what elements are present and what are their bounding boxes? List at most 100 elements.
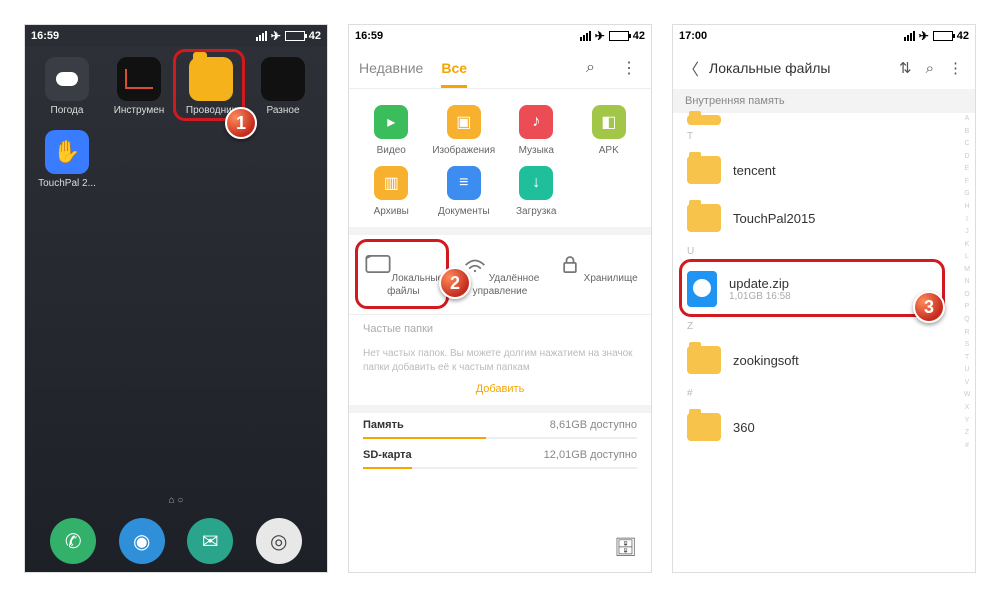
music-icon: ♪ — [519, 105, 553, 139]
back-button[interactable]: 〈 — [683, 56, 699, 80]
cat-download[interactable]: ↓Загрузка — [500, 166, 573, 217]
app-weather[interactable]: Погода — [31, 53, 103, 120]
page-title: Локальные файлы — [709, 60, 887, 76]
app-tools[interactable]: Инструмен — [103, 53, 175, 120]
cat-label: Видео — [377, 145, 406, 156]
video-icon: ▸ — [374, 105, 408, 139]
search-icon[interactable]: ⌕ — [924, 58, 936, 79]
sort-icon[interactable]: ⇅ — [897, 57, 914, 79]
misc-icon — [261, 57, 305, 101]
breadcrumb[interactable]: Внутренняя память — [673, 89, 975, 113]
section-letter: T — [673, 127, 975, 146]
dock: ✆ ◉ ✉ ◎ — [25, 518, 327, 564]
briefcase-icon[interactable]: 🗄 — [614, 537, 637, 558]
weather-icon — [45, 57, 89, 101]
battery-icon — [609, 31, 629, 41]
list-item[interactable] — [673, 113, 975, 127]
section-letter: # — [673, 384, 975, 403]
status-bar: 16:59 ✈ 42 — [349, 25, 651, 47]
cat-label: Изображения — [432, 145, 495, 156]
status-time: 16:59 — [31, 30, 59, 42]
folder-icon — [687, 204, 721, 232]
screenshot-file-list: 17:00 ✈ 42 〈 Локальные файлы ⇅ ⌕ ⋮ Внутр… — [672, 24, 976, 573]
airplane-icon: ✈ — [595, 29, 605, 43]
cat-music[interactable]: ♪ Музыка — [500, 105, 573, 156]
page-indicator: ⌂ ○ — [25, 495, 327, 506]
storage-value: 8,61GB доступно — [550, 419, 637, 431]
airplane-icon: ✈ — [271, 29, 281, 43]
folder-icon — [189, 57, 233, 101]
tab-recent[interactable]: Недавние — [359, 60, 423, 76]
callout-marker-2: 2 — [439, 267, 471, 299]
document-icon: ≡ — [447, 166, 481, 200]
sd-bar-fill — [363, 467, 412, 469]
section-letter: U — [673, 242, 975, 261]
more-icon[interactable]: ⋮ — [946, 57, 965, 79]
item-meta: 1,01GB 16:58 — [729, 291, 791, 302]
storage-memory[interactable]: Память 8,61GB доступно — [349, 413, 651, 437]
callout-marker-1: 1 — [225, 107, 257, 139]
dock-camera[interactable]: ◎ — [256, 518, 302, 564]
screenshot-file-manager: 16:59 ✈ 42 Недавние Все ⌕ ⋮ ▸ Видео ▣ Изоб… — [348, 24, 652, 573]
archive-icon: ▥ — [374, 166, 408, 200]
status-bar: 17:00 ✈ 42 — [673, 25, 975, 47]
battery-percent: 42 — [957, 30, 969, 42]
list-item-tencent[interactable]: tencent — [673, 146, 975, 194]
tab-all[interactable]: Все — [441, 60, 467, 76]
cat-apk[interactable]: ◧ APK — [573, 105, 646, 156]
download-icon: ↓ — [519, 166, 553, 200]
cat-label: Архивы — [374, 206, 409, 217]
list-item-touchpal[interactable]: TouchPal2015 — [673, 194, 975, 242]
alpha-index[interactable]: ABCDEFGHIJKLMNOPQRSTUVWXYZ# — [961, 115, 973, 449]
app-label: Инструмен — [114, 105, 165, 116]
signal-icon — [256, 31, 267, 41]
search-icon[interactable]: ⌕ — [582, 55, 599, 81]
loc-vault[interactable]: Хранилище — [548, 247, 645, 304]
frequent-add-button[interactable]: Добавить — [349, 383, 651, 405]
item-name: 360 — [733, 420, 755, 435]
status-bar: 16:59 ✈ 42 — [25, 25, 327, 47]
cat-images[interactable]: ▣ Изображения — [428, 105, 501, 156]
apk-icon: ◧ — [592, 105, 626, 139]
frequent-empty-text: Нет частых папок. Вы можете долгим нажат… — [349, 343, 651, 383]
more-icon[interactable]: ⋮ — [617, 54, 641, 82]
item-name: tencent — [733, 163, 776, 178]
cat-archives[interactable]: ▥ Архивы — [355, 166, 428, 217]
storage-label: Память — [363, 419, 433, 431]
loc-label: Удалённое управление — [473, 273, 540, 297]
item-name: TouchPal2015 — [733, 211, 815, 226]
tab-bar: Недавние Все ⌕ ⋮ — [349, 47, 651, 89]
dock-messages[interactable]: ✉ — [187, 518, 233, 564]
storage-value: 12,01GB доступно — [544, 449, 637, 461]
file-list[interactable]: T tencent TouchPal2015 U update.zip1,01G… — [673, 113, 975, 451]
tools-icon — [117, 57, 161, 101]
callout-marker-3: 3 — [913, 291, 945, 323]
signal-icon — [580, 31, 591, 41]
cat-label: Музыка — [519, 145, 554, 156]
cat-video[interactable]: ▸ Видео — [355, 105, 428, 156]
loc-label: Локальные файлы — [387, 273, 443, 297]
touchpal-icon: ✋ — [45, 130, 89, 174]
memory-bar-fill — [363, 437, 486, 439]
list-item-zookingsoft[interactable]: zookingsoft — [673, 336, 975, 384]
dock-browser[interactable]: ◉ — [119, 518, 165, 564]
item-name: update.zip — [729, 276, 791, 291]
folder-icon — [687, 156, 721, 184]
app-misc[interactable]: Разное — [247, 53, 319, 120]
loc-label: Хранилище — [584, 273, 638, 284]
image-icon: ▣ — [447, 105, 481, 139]
storage-sd[interactable]: SD-карта 12,01GB доступно — [349, 443, 651, 467]
folder-icon — [687, 346, 721, 374]
cat-docs[interactable]: ≡ Документы — [428, 166, 501, 217]
file-icon — [687, 271, 717, 307]
airplane-icon: ✈ — [919, 29, 929, 43]
list-item-360[interactable]: 360 — [673, 403, 975, 451]
cat-label: Документы — [438, 206, 490, 217]
loc-local-files[interactable]: Локальные файлы — [355, 247, 452, 304]
folder-icon — [687, 115, 721, 125]
dock-phone[interactable]: ✆ — [50, 518, 96, 564]
item-name: zookingsoft — [733, 353, 799, 368]
app-touchpal[interactable]: ✋TouchPal 2... — [31, 126, 103, 193]
cat-label: APK — [599, 145, 619, 156]
storage-label: SD-карта — [363, 449, 433, 461]
